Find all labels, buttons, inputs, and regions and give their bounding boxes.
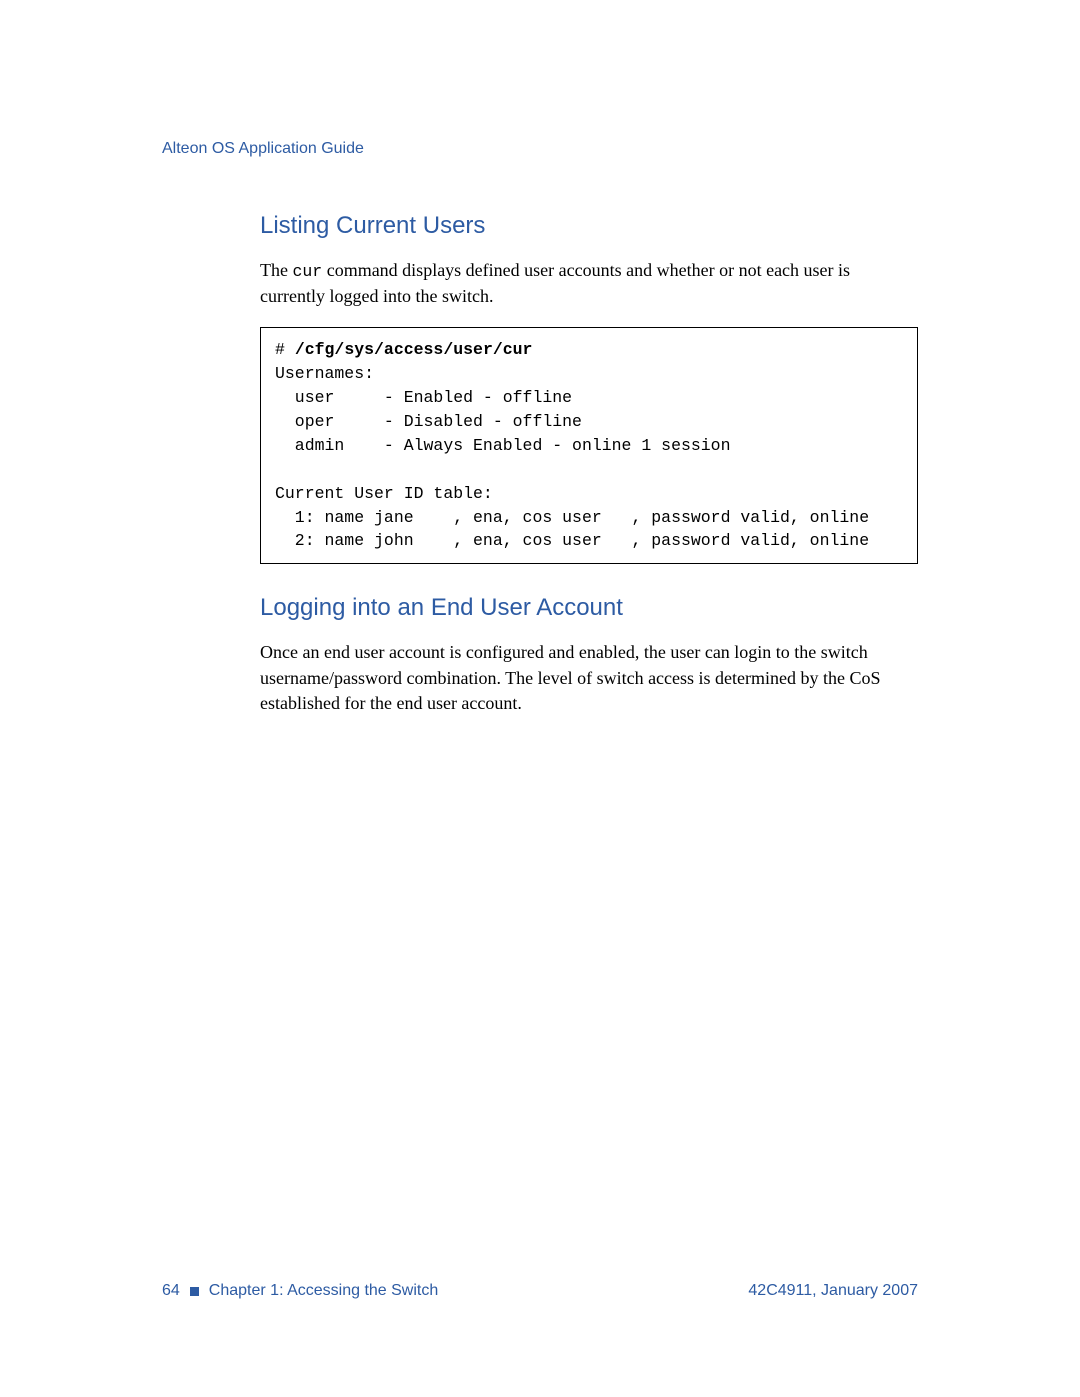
- section1-paragraph: The cur command displays defined user ac…: [260, 258, 918, 309]
- section2-paragraph: Once an end user account is configured a…: [260, 640, 918, 717]
- code-command: /cfg/sys/access/user/cur: [295, 340, 533, 359]
- section1-text-after: command displays defined user accounts a…: [260, 260, 850, 306]
- section1-text-before: The: [260, 260, 292, 280]
- footer-left-group: 64 Chapter 1: Accessing the Switch: [162, 1282, 438, 1300]
- doc-reference: 42C4911, January 2007: [748, 1282, 918, 1300]
- code-block-cur-output: # /cfg/sys/access/user/cur Usernames: us…: [260, 327, 918, 564]
- page-footer: 64 Chapter 1: Accessing the Switch 42C49…: [162, 1282, 918, 1300]
- inline-command-cur: cur: [292, 262, 322, 281]
- section-heading-logging-in: Logging into an End User Account: [260, 594, 918, 622]
- chapter-label: Chapter 1: Accessing the Switch: [209, 1282, 438, 1300]
- code-prompt: #: [275, 340, 295, 359]
- document-page: Alteon OS Application Guide Listing Curr…: [0, 0, 1080, 1397]
- page-number: 64: [162, 1282, 180, 1300]
- code-output: Usernames: user - Enabled - offline oper…: [275, 364, 869, 550]
- footer-square-icon: [190, 1287, 199, 1296]
- header-guide-title: Alteon OS Application Guide: [162, 140, 918, 158]
- section-heading-listing-users: Listing Current Users: [260, 212, 918, 240]
